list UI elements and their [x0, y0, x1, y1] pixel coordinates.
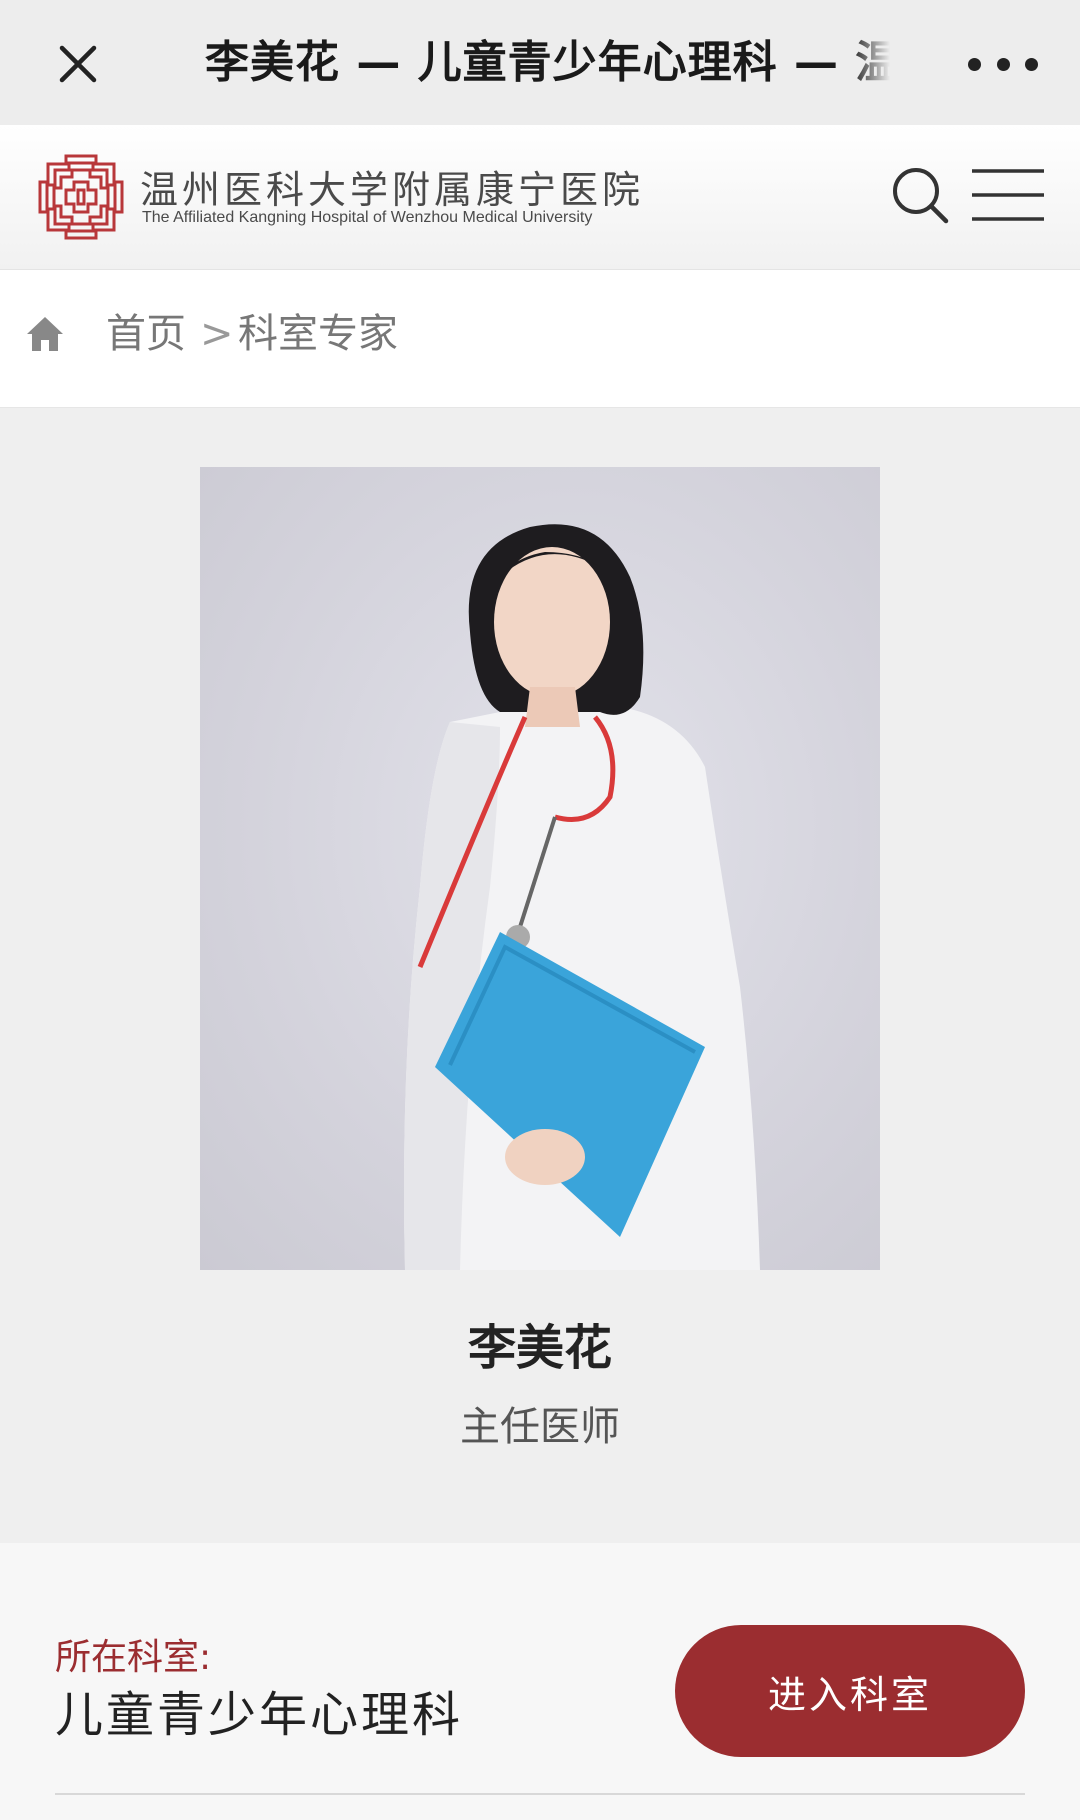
divider: [55, 1793, 1025, 1795]
hospital-logo-icon[interactable]: [36, 152, 126, 242]
close-icon[interactable]: [48, 34, 108, 94]
breadcrumb-separator: >: [200, 311, 234, 357]
breadcrumb-home-link[interactable]: 首页: [106, 308, 186, 360]
search-icon[interactable]: [890, 165, 952, 227]
home-icon[interactable]: [24, 313, 66, 355]
more-dots-icon[interactable]: [968, 40, 1038, 88]
site-header: 温州医科大学附属康宁医院 The Affiliated Kangning Hos…: [0, 125, 1080, 270]
breadcrumb-current[interactable]: 科室专家: [238, 308, 398, 360]
department-label: 所在科室:: [55, 1637, 212, 1678]
hospital-name-en: The Affiliated Kangning Hospital of Wenz…: [142, 209, 593, 226]
breadcrumb: 首页 > 科室专家: [0, 270, 1080, 408]
hospital-name-cn: 温州医科大学附属康宁医院: [140, 168, 645, 212]
doctor-profile: 李美花 主任医师: [0, 408, 1080, 1543]
doctor-title: 主任医师: [460, 1404, 620, 1450]
window-title: 李美花 — 儿童青少年心理科 — 温: [205, 30, 890, 96]
doctor-photo: [200, 467, 880, 1270]
doctor-name: 李美花: [467, 1320, 612, 1376]
enter-department-button[interactable]: 进入科室: [675, 1625, 1025, 1757]
department-name: 儿童青少年心理科: [55, 1687, 464, 1743]
top-navigation-bar: 李美花 — 儿童青少年心理科 — 温: [0, 0, 1080, 125]
department-section: 所在科室: 儿童青少年心理科 进入科室: [0, 1543, 1080, 1820]
hamburger-menu-icon[interactable]: [970, 165, 1046, 225]
